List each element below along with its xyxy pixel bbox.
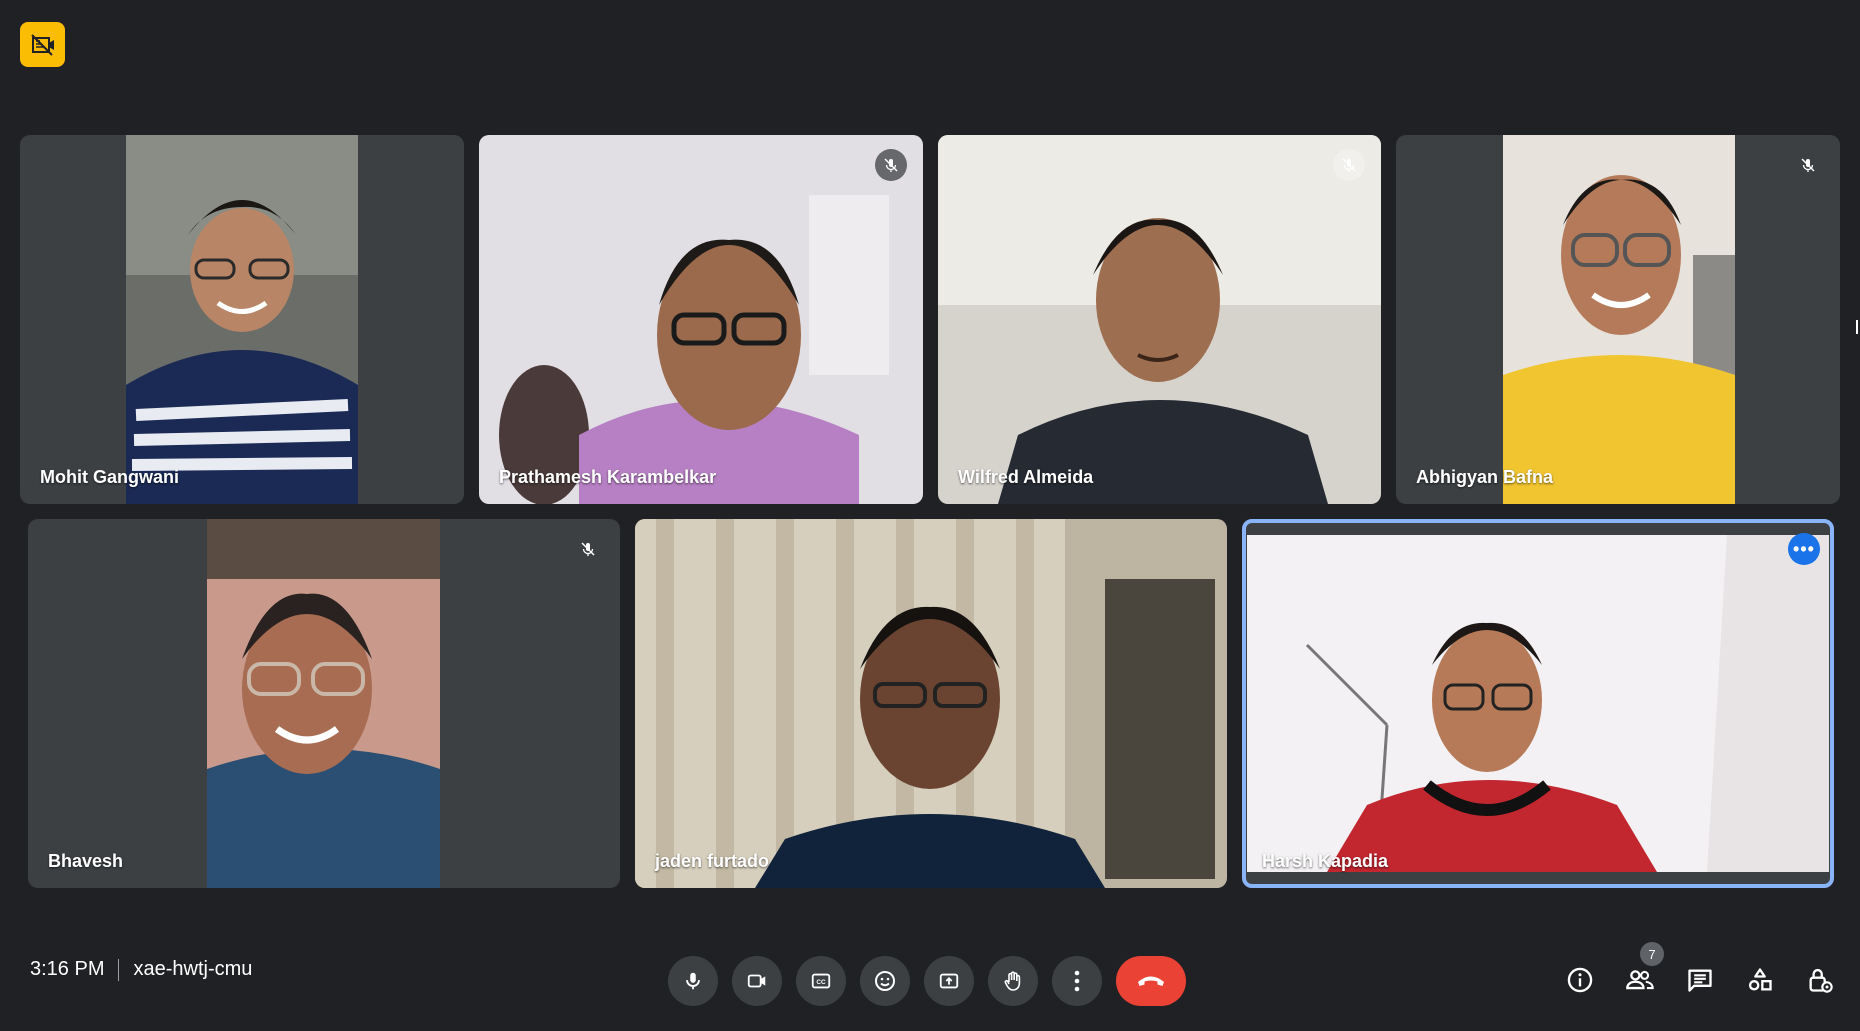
end-call-icon[interactable] bbox=[1116, 956, 1186, 1006]
more-options-dots-icon[interactable]: ••• bbox=[1788, 533, 1820, 565]
muted-mic-icon bbox=[875, 149, 907, 181]
people-icon[interactable]: 7 bbox=[1620, 942, 1664, 1000]
muted-mic-icon bbox=[1333, 149, 1365, 181]
participant-tile[interactable]: Bhavesh bbox=[28, 519, 620, 888]
participant-count-badge: 7 bbox=[1640, 942, 1664, 966]
participant-name: Mohit Gangwani bbox=[40, 467, 179, 487]
recording-off-icon[interactable] bbox=[20, 22, 65, 67]
participant-tile[interactable]: Mohit Gangwani bbox=[20, 135, 464, 504]
camera-icon[interactable] bbox=[732, 956, 782, 1006]
participant-video bbox=[1247, 535, 1829, 872]
meeting-time: 3:16 PM bbox=[30, 958, 105, 980]
chat-icon[interactable] bbox=[1680, 960, 1720, 1000]
participant-tile[interactable]: Abhigyan Bafna bbox=[1396, 135, 1840, 504]
present-screen-icon[interactable] bbox=[924, 956, 974, 1006]
muted-mic-icon bbox=[572, 533, 604, 565]
captions-icon[interactable]: CC bbox=[796, 956, 846, 1006]
participant-tile[interactable]: Prathamesh Karambelkar bbox=[479, 135, 923, 504]
raise-hand-icon[interactable] bbox=[988, 956, 1038, 1006]
participant-name: Abhigyan Bafna bbox=[1416, 467, 1554, 487]
divider bbox=[118, 958, 120, 981]
call-controls: CC bbox=[668, 956, 1186, 1006]
participant-video bbox=[207, 519, 440, 888]
participant-tile-selected[interactable]: ••• Harsh Kapadia bbox=[1242, 519, 1834, 888]
host-controls-icon[interactable] bbox=[1800, 960, 1840, 1000]
participant-name: Bhavesh bbox=[48, 851, 124, 871]
meeting-details: 3:16 PM xae-hwtj-cmu bbox=[30, 958, 252, 981]
participant-tile[interactable]: Wilfred Almeida bbox=[938, 135, 1381, 504]
participant-name: jaden furtado bbox=[655, 851, 770, 871]
meeting-toolbar: 3:16 PM xae-hwtj-cmu CC 7 bbox=[0, 940, 1860, 1020]
activities-icon[interactable] bbox=[1740, 960, 1780, 1000]
participant-name: Harsh Kapadia bbox=[1262, 851, 1389, 871]
meeting-code: xae-hwtj-cmu bbox=[133, 958, 253, 980]
meeting-side-controls: 7 bbox=[1560, 942, 1840, 1000]
svg-text:CC: CC bbox=[816, 979, 826, 986]
muted-mic-icon bbox=[1792, 149, 1824, 181]
participant-video bbox=[479, 135, 923, 504]
participant-video bbox=[635, 519, 1227, 888]
participant-name: Prathamesh Karambelkar bbox=[499, 467, 717, 487]
cursor-caret bbox=[1856, 320, 1858, 334]
participant-tile[interactable]: jaden furtado bbox=[635, 519, 1227, 888]
participant-video bbox=[938, 135, 1381, 504]
info-icon[interactable] bbox=[1560, 960, 1600, 1000]
more-options-icon[interactable] bbox=[1052, 956, 1102, 1006]
participant-name: Wilfred Almeida bbox=[958, 467, 1094, 487]
participant-video bbox=[126, 135, 358, 504]
microphone-icon[interactable] bbox=[668, 956, 718, 1006]
participant-video bbox=[1503, 135, 1735, 504]
emoji-icon[interactable] bbox=[860, 956, 910, 1006]
